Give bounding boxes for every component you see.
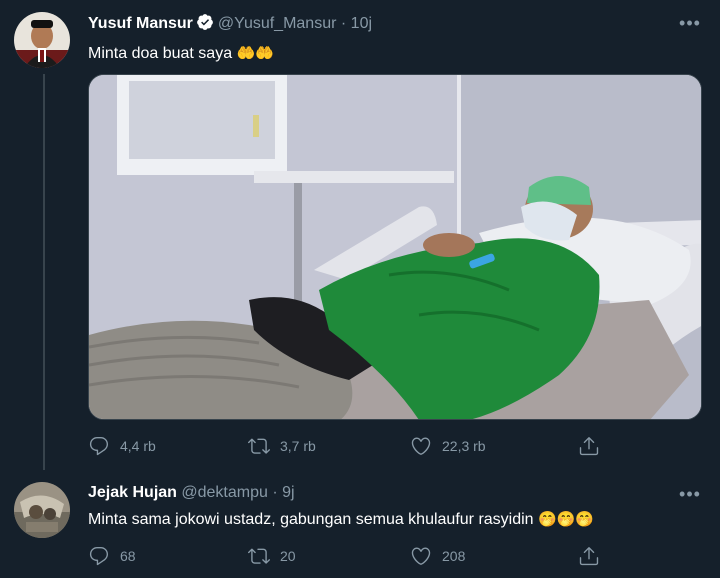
tweet-1[interactable]: Yusuf Mansur @Yusuf_Mansur · 10j ••• Mint… xyxy=(0,0,720,470)
retweet-button[interactable]: 20 xyxy=(248,543,296,569)
tweet-actions: 4,4 rb 3,7 rb 22,3 rb xyxy=(88,433,608,459)
reply-button[interactable]: 68 xyxy=(88,543,136,569)
share-icon xyxy=(579,437,599,456)
display-name[interactable]: Jejak Hujan xyxy=(88,484,177,501)
reply-button[interactable]: 4,4 rb xyxy=(88,433,156,459)
like-count: 22,3 rb xyxy=(442,438,486,454)
hand-over-mouth-emoji: 🤭🤭🤭 xyxy=(538,511,595,528)
reply-count: 68 xyxy=(120,548,136,564)
tweet-text: Minta doa buat saya 🤲🤲 xyxy=(88,44,274,63)
share-button[interactable] xyxy=(578,543,610,569)
like-button[interactable]: 22,3 rb xyxy=(410,433,486,459)
display-name[interactable]: Yusuf Mansur xyxy=(88,15,193,32)
share-button[interactable] xyxy=(578,433,610,459)
timestamp[interactable]: 10j xyxy=(351,15,372,32)
retweet-icon xyxy=(248,438,270,454)
reply-icon xyxy=(89,547,109,566)
avatar[interactable] xyxy=(14,482,70,538)
avatar[interactable] xyxy=(14,12,70,68)
tweet-header: Yusuf Mansur @Yusuf_Mansur · 10j xyxy=(88,13,372,36)
avatar-image xyxy=(14,482,70,538)
retweet-icon xyxy=(248,548,270,564)
username[interactable]: @dektampu xyxy=(181,484,268,501)
tweet-actions: 68 20 208 xyxy=(88,543,608,569)
share-icon xyxy=(579,547,599,566)
more-icon[interactable]: ••• xyxy=(678,485,702,509)
like-icon xyxy=(411,437,431,455)
retweet-button[interactable]: 3,7 rb xyxy=(248,433,316,459)
tweet-header: Jejak Hujan @dektampu · 9j xyxy=(88,484,295,502)
tweet-2[interactable]: Jejak Hujan @dektampu · 9j ••• Minta sam… xyxy=(0,470,720,578)
retweet-count: 20 xyxy=(280,548,296,564)
tweet-text-content: Minta sama jokowi ustadz, gabungan semua… xyxy=(88,511,534,528)
username[interactable]: @Yusuf_Mansur xyxy=(218,15,337,32)
timestamp[interactable]: 9j xyxy=(282,484,294,501)
reply-count: 4,4 rb xyxy=(120,438,156,454)
separator: · xyxy=(340,15,347,32)
verified-icon xyxy=(196,13,214,36)
hospital-photo xyxy=(89,75,701,419)
tweet-photo[interactable] xyxy=(88,74,702,420)
pray-hands-emoji: 🤲🤲 xyxy=(236,45,274,62)
thread-line xyxy=(43,74,45,470)
more-icon[interactable]: ••• xyxy=(678,14,702,38)
retweet-count: 3,7 rb xyxy=(280,438,316,454)
avatar-image xyxy=(14,12,70,68)
reply-icon xyxy=(89,437,109,456)
like-count: 208 xyxy=(442,548,466,564)
tweet-text: Minta sama jokowi ustadz, gabungan semua… xyxy=(88,510,594,529)
like-button[interactable]: 208 xyxy=(410,543,465,569)
like-icon xyxy=(411,547,431,565)
tweet-text-content: Minta doa buat saya xyxy=(88,45,233,62)
separator: · xyxy=(272,484,278,501)
